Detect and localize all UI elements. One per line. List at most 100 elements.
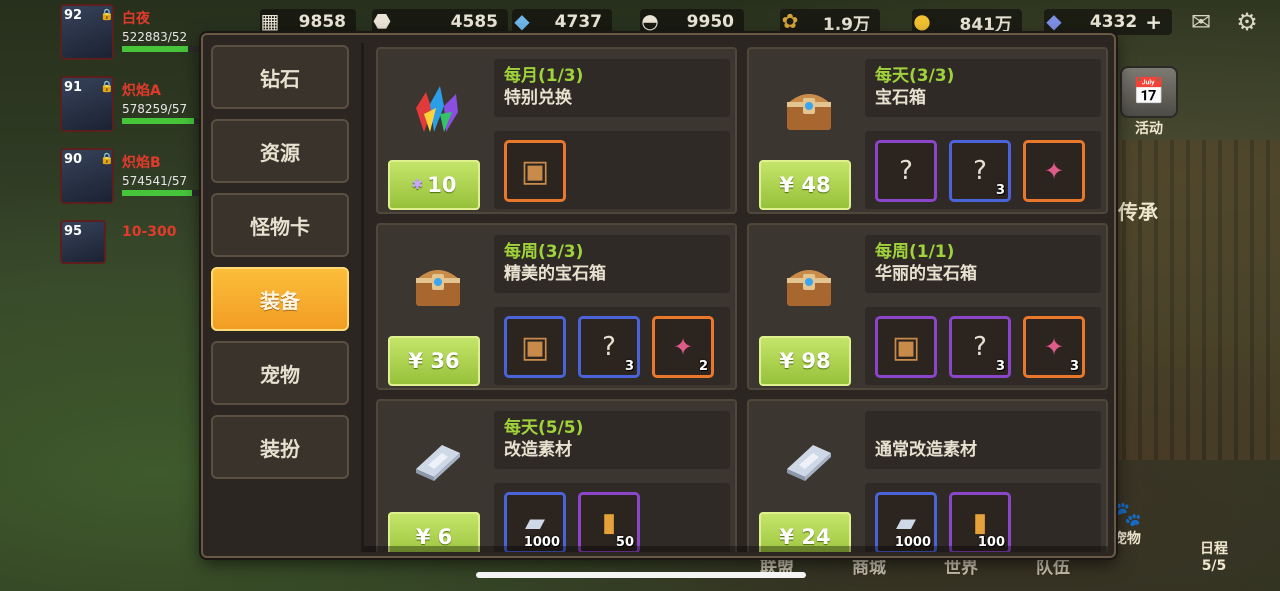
oil-bucket-icon: ▮ bbox=[972, 508, 988, 538]
resource-value: 4737 bbox=[554, 12, 602, 32]
buy-button[interactable]: ¥ 48 bbox=[759, 160, 851, 210]
reward-slot[interactable]: ▰ 1000 bbox=[504, 492, 566, 552]
settings-gear-icon[interactable]: ⚙ bbox=[1232, 8, 1262, 36]
offer-title-box: 每周(1/1) 华丽的宝石箱 bbox=[865, 235, 1101, 293]
reward-slot[interactable]: ? bbox=[875, 140, 937, 202]
member-hp: 522883/52 bbox=[122, 30, 188, 44]
treasure-chest-icon: ▣ bbox=[891, 329, 921, 365]
party-member[interactable]: 95 10-300 bbox=[60, 220, 210, 282]
tab-equipment[interactable]: 装备 bbox=[211, 267, 349, 331]
reward-slot[interactable]: ? 3 bbox=[949, 140, 1011, 202]
buy-button[interactable]: ¥ 98 bbox=[759, 336, 851, 386]
hp-bar bbox=[122, 118, 202, 124]
reward-count: 3 bbox=[624, 359, 634, 374]
party-member[interactable]: 91 🔒 炽焰A 578259/57 bbox=[60, 76, 210, 138]
shop-offer-grid[interactable]: ✱ 10 每月(1/3) 特别兑换 ▣ ¥ 48 每天(3/3) 宝石箱 ? ?… bbox=[361, 43, 1108, 552]
resource-value: 9858 bbox=[298, 12, 346, 32]
lock-icon: 🔒 bbox=[100, 80, 114, 93]
reward-slot[interactable]: ▮ 50 bbox=[578, 492, 640, 552]
gem-cluster-icon: ✦ bbox=[1043, 157, 1065, 185]
offer-card: ¥ 48 每天(3/3) 宝石箱 ? ? 3 ✦ bbox=[747, 47, 1108, 214]
buy-button[interactable]: ✱ 10 bbox=[388, 160, 480, 210]
reward-list: ▰ 1000 ▮ 100 bbox=[865, 483, 1101, 552]
member-level: 95 bbox=[64, 224, 83, 239]
background-fence bbox=[1110, 140, 1280, 460]
offer-name: 宝石箱 bbox=[875, 88, 926, 108]
offer-name: 特别兑换 bbox=[504, 88, 572, 108]
offer-title-box: 每天(3/3) 宝石箱 bbox=[865, 59, 1101, 117]
member-name: 10-300 bbox=[122, 224, 177, 240]
oil-bucket-icon: ▮ bbox=[601, 508, 617, 538]
home-indicator[interactable] bbox=[476, 572, 806, 578]
hp-bar bbox=[122, 190, 202, 196]
resource-value: 4585 bbox=[450, 12, 498, 32]
offer-name: 通常改造素材 bbox=[875, 440, 977, 460]
reward-list: ? ? 3 ✦ bbox=[865, 131, 1101, 209]
reward-slot[interactable]: ▰ 1000 bbox=[875, 492, 937, 552]
reward-slot[interactable]: ▣ bbox=[504, 140, 566, 202]
offer-card: ¥ 6 每天(5/5) 改造素材 ▰ 1000 ▮ 50 bbox=[376, 399, 737, 552]
treasure-chest-icon bbox=[390, 241, 486, 329]
member-name: 炽焰B bbox=[122, 155, 161, 171]
reward-slot[interactable]: ▮ 100 bbox=[949, 492, 1011, 552]
tab-pet[interactable]: 宠物 bbox=[211, 341, 349, 405]
tab-costume[interactable]: 装扮 bbox=[211, 415, 349, 479]
reward-list: ▰ 1000 ▮ 50 bbox=[494, 483, 730, 552]
resource-wheat[interactable]: ✿ 1.9万 bbox=[780, 9, 880, 35]
party-member[interactable]: 92 🔒 白夜 522883/52 bbox=[60, 4, 210, 66]
metal-ingot-icon bbox=[761, 417, 857, 505]
resource-ore[interactable]: ⬣ 4585 bbox=[372, 9, 508, 35]
offer-card: ¥ 36 每周(3/3) 精美的宝石箱 ▣ ? 3 ✦ 2 bbox=[376, 223, 737, 390]
reward-slot[interactable]: ▣ bbox=[875, 316, 937, 378]
resource-diamond[interactable]: ◆ 4332 + bbox=[1044, 9, 1172, 35]
resource-food[interactable]: ◓ 9950 bbox=[640, 9, 744, 35]
metal-ingot-icon bbox=[390, 417, 486, 505]
shop-modal: 钻石 资源 怪物卡 装备 宠物 装扮 ✱ 10 每月(1/3) 特别兑换 ▣ ¥… bbox=[201, 33, 1116, 558]
reward-slot[interactable]: ✦ 2 bbox=[652, 316, 714, 378]
resource-gold[interactable]: ● 841万 bbox=[912, 9, 1022, 35]
party-member[interactable]: 90 🔒 炽焰B 574541/57 bbox=[60, 148, 210, 210]
member-level: 90 bbox=[64, 152, 83, 167]
offer-title-box: 每月(1/3) 特别兑换 bbox=[494, 59, 730, 117]
tab-resources[interactable]: 资源 bbox=[211, 119, 349, 183]
mail-icon[interactable]: ✉ bbox=[1186, 8, 1216, 36]
reward-slot[interactable]: ▣ bbox=[504, 316, 566, 378]
add-diamond-icon[interactable]: + bbox=[1145, 10, 1162, 34]
offer-name: 精美的宝石箱 bbox=[504, 264, 606, 284]
activity-button[interactable]: 📅 活动 bbox=[1120, 66, 1178, 138]
purchase-limit: 每天(5/5) bbox=[504, 418, 584, 438]
calendar-icon: 📅 bbox=[1120, 66, 1178, 118]
price-label: ¥ 98 bbox=[779, 349, 831, 373]
offer-card: ¥ 98 每周(1/1) 华丽的宝石箱 ▣ ? 3 ✦ 3 bbox=[747, 223, 1108, 390]
purchase-limit: 每月(1/3) bbox=[504, 66, 584, 86]
mystery-crystal-icon: ? bbox=[973, 156, 987, 186]
reward-slot[interactable]: ? 3 bbox=[578, 316, 640, 378]
reward-count: 3 bbox=[1069, 359, 1079, 374]
tab-diamond[interactable]: 钻石 bbox=[211, 45, 349, 109]
metal-ingot-icon: ▰ bbox=[525, 508, 545, 538]
scroll-edge bbox=[364, 546, 1108, 552]
resource-stone[interactable]: ▦ 9858 bbox=[260, 9, 356, 35]
schedule-button[interactable]: 日程 5/5 bbox=[1200, 538, 1228, 574]
party-list: 92 🔒 白夜 522883/52 91 🔒 炽焰A 578259/57 90 … bbox=[60, 4, 210, 292]
reward-slot[interactable]: ✦ 3 bbox=[1023, 316, 1085, 378]
lock-icon: 🔒 bbox=[100, 152, 114, 165]
tab-monster-card[interactable]: 怪物卡 bbox=[211, 193, 349, 257]
legacy-button[interactable]: 传承 bbox=[1118, 196, 1158, 225]
price-label: ¥ 48 bbox=[779, 173, 831, 197]
reward-slot[interactable]: ? 3 bbox=[949, 316, 1011, 378]
reward-list: ▣ ? 3 ✦ 2 bbox=[494, 307, 730, 385]
offer-title-box: 通常改造素材 bbox=[865, 411, 1101, 469]
resource-crystal[interactable]: ◆ 4737 bbox=[512, 9, 612, 35]
price-label: 10 bbox=[427, 173, 457, 197]
reward-slot[interactable]: ✦ bbox=[1023, 140, 1085, 202]
gem-cluster-icon: ✦ bbox=[672, 333, 694, 361]
resource-value: 1.9万 bbox=[822, 14, 870, 35]
resource-value: 4332 bbox=[1089, 12, 1138, 32]
buy-button[interactable]: ¥ 36 bbox=[388, 336, 480, 386]
pet-button[interactable]: 🐾 宠物 bbox=[1112, 500, 1142, 548]
shop-category-tabs: 钻石 资源 怪物卡 装备 宠物 装扮 bbox=[211, 45, 351, 489]
reward-list: ▣ bbox=[494, 131, 730, 209]
schedule-label: 日程 bbox=[1200, 541, 1228, 557]
purchase-limit: 每周(1/1) bbox=[875, 242, 955, 262]
